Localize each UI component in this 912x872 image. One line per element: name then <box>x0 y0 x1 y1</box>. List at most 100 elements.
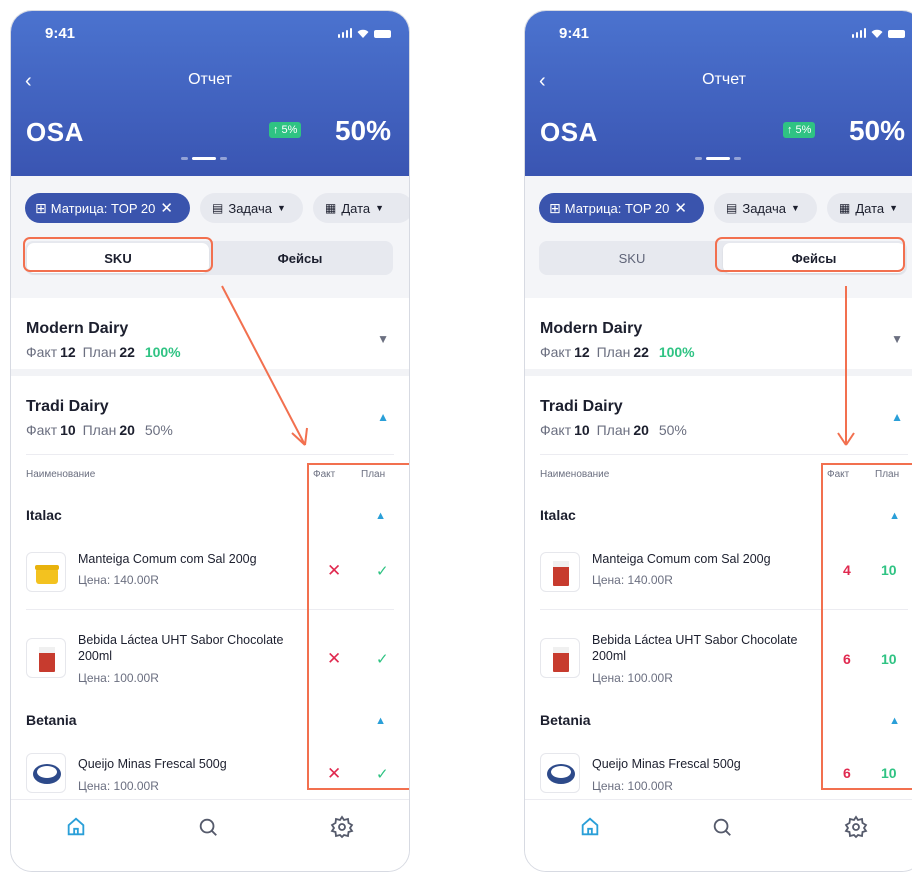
home-icon <box>67 817 85 836</box>
fact-count: 4 <box>843 562 851 578</box>
product-name: Queijo Minas Frescal 500g <box>592 757 741 771</box>
delta-badge: ↑ 5% <box>269 122 302 138</box>
tab-bar <box>11 799 409 871</box>
divider <box>11 369 409 376</box>
chevron-down-icon[interactable]: ▼ <box>377 332 389 346</box>
chevron-up-icon[interactable]: ▲ <box>375 510 386 522</box>
col-fact-header: Факт <box>313 469 336 480</box>
chevron-down-icon: ▼ <box>889 203 899 213</box>
metric-name: OSA <box>540 117 598 147</box>
matrix-filter-chip[interactable]: ⊞ Матрица: TOP 20 ✕ <box>25 193 190 223</box>
date-filter-label: Дата <box>855 200 885 216</box>
calendar-icon: ▦ <box>325 201 337 215</box>
group-modern-dairy[interactable]: Modern Dairy Факт 12 План 22 100% ▼ <box>11 298 409 378</box>
grid-icon: ⊞ <box>35 199 47 216</box>
clipboard-icon: ▤ <box>726 201 738 215</box>
clipboard-icon: ▤ <box>212 201 224 215</box>
brand-name: Betania <box>540 712 591 728</box>
fact-cross-icon: ✕ <box>327 561 342 580</box>
plan-count: 10 <box>881 651 897 667</box>
home-icon <box>581 817 599 836</box>
status-time: 9:41 <box>559 25 590 42</box>
divider <box>26 609 394 610</box>
brand-name: Betania <box>26 712 77 728</box>
date-filter-label: Дата <box>341 200 371 216</box>
chevron-up-icon[interactable]: ▲ <box>889 510 900 522</box>
chevron-down-icon: ▼ <box>790 203 800 213</box>
report-header: 9:41 ‹ Отчет OSA ↑ 5% 50% <box>525 11 912 176</box>
phone-screen-sku: 9:41 ‹ Отчет OSA ↑ 5% 50% ⊞ Матрица: TOP… <box>10 10 410 872</box>
col-plan-header: План <box>361 469 386 480</box>
date-filter-chip[interactable]: ▦ Дата ▼ <box>827 193 912 223</box>
divider <box>540 454 908 455</box>
date-filter-chip[interactable]: ▦ Дата ▼ <box>313 193 409 223</box>
task-filter-chip[interactable]: ▤ Задача ▼ <box>714 193 817 223</box>
page-title: Отчет <box>188 71 232 88</box>
search-tab[interactable] <box>709 814 735 840</box>
group-stats: Факт 12 План 22 100% <box>26 344 181 360</box>
tab-sku[interactable]: SKU <box>541 243 723 273</box>
tab-faces[interactable]: Фейсы <box>209 243 391 273</box>
product-name: Manteiga Comum com Sal 200g <box>78 552 257 566</box>
fact-cross-icon: ✕ <box>327 649 342 668</box>
group-name: Tradi Dairy <box>26 398 109 415</box>
group-stats: Факт 10 План 20 50% <box>26 422 173 438</box>
group-name: Modern Dairy <box>26 320 129 337</box>
home-tab[interactable] <box>63 814 89 840</box>
close-icon[interactable]: ✕ <box>160 199 173 217</box>
product-price: Цена: 100.00R <box>78 779 159 793</box>
close-icon[interactable]: ✕ <box>674 199 687 217</box>
matrix-filter-label: Матрица: TOP 20 <box>50 200 156 216</box>
product-price: Цена: 100.00R <box>592 779 673 793</box>
chevron-up-icon[interactable]: ▲ <box>891 410 903 424</box>
search-tab[interactable] <box>195 814 221 840</box>
divider <box>540 609 908 610</box>
divider <box>26 454 394 455</box>
settings-tab[interactable] <box>843 814 869 840</box>
home-tab[interactable] <box>577 814 603 840</box>
brand-name: Italac <box>26 507 62 523</box>
matrix-filter-label: Матрица: TOP 20 <box>564 200 670 216</box>
chevron-up-icon[interactable]: ▲ <box>889 715 900 727</box>
matrix-filter-chip[interactable]: ⊞ Матрица: TOP 20 ✕ <box>539 193 704 223</box>
plan-check-icon: ✓ <box>376 563 389 580</box>
tab-faces[interactable]: Фейсы <box>723 243 905 273</box>
product-name: Queijo Minas Frescal 500g <box>78 757 227 771</box>
battery-icon <box>374 30 391 38</box>
group-tradi-dairy[interactable]: Tradi Dairy Факт 10 План 20 50% ▲ <box>525 376 912 461</box>
calendar-icon: ▦ <box>839 201 851 215</box>
settings-tab[interactable] <box>329 814 355 840</box>
chevron-up-icon[interactable]: ▲ <box>377 410 389 424</box>
group-modern-dairy[interactable]: Modern Dairy Факт 12 План 22 100% ▼ <box>525 298 912 378</box>
chevron-down-icon: ▼ <box>375 203 385 213</box>
status-time: 9:41 <box>45 25 76 42</box>
group-name: Modern Dairy <box>540 320 643 337</box>
product-image <box>540 552 580 592</box>
plan-check-icon: ✓ <box>376 766 389 783</box>
page-title: Отчет <box>702 71 746 88</box>
fact-count: 6 <box>843 765 851 781</box>
product-price: Цена: 100.00R <box>78 671 159 685</box>
task-filter-chip[interactable]: ▤ Задача ▼ <box>200 193 303 223</box>
product-price: Цена: 100.00R <box>592 671 673 685</box>
page-indicator <box>181 157 227 160</box>
phone-screen-faces: 9:41 ‹ Отчет OSA ↑ 5% 50% ⊞ Матрица: TOP… <box>524 10 912 872</box>
battery-icon <box>888 30 905 38</box>
task-filter-label: Задача <box>228 200 272 216</box>
filter-bar: ⊞ Матрица: TOP 20 ✕ ▤ Задача ▼ ▦ Дата ▼ … <box>525 176 912 298</box>
filter-bar: ⊞ Матрица: TOP 20 ✕ ▤ Задача ▼ ▦ Дата ▼ … <box>11 176 409 298</box>
chevron-up-icon[interactable]: ▲ <box>375 715 386 727</box>
tab-sku[interactable]: SKU <box>27 243 209 273</box>
product-image <box>26 552 66 592</box>
wifi-icon <box>871 29 883 38</box>
segmented-control: SKU Фейсы <box>23 237 393 275</box>
product-image <box>540 638 580 678</box>
chevron-down-icon: ▼ <box>276 203 286 213</box>
product-image <box>26 753 66 793</box>
group-tradi-dairy[interactable]: Tradi Dairy Факт 10 План 20 50% ▲ <box>11 376 409 461</box>
chevron-down-icon[interactable]: ▼ <box>891 332 903 346</box>
signal-icon <box>337 28 352 38</box>
metric-value: 50% <box>848 115 905 146</box>
metric-name: OSA <box>26 117 84 147</box>
product-name: Bebida Láctea UHT Sabor Chocolate 200ml <box>78 633 284 663</box>
